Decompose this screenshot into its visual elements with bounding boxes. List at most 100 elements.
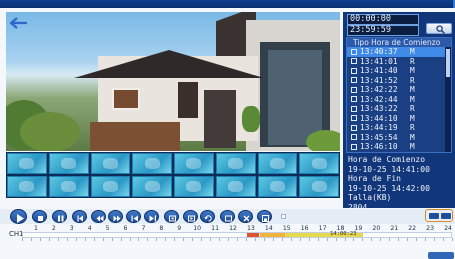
backup-button[interactable]: [257, 210, 272, 223]
minor-tick: [75, 238, 77, 241]
clip-button[interactable]: [238, 210, 253, 223]
record-row[interactable]: 13:45:54 M: [347, 133, 451, 143]
minor-tick: [416, 238, 418, 241]
record-checkbox[interactable]: [351, 48, 357, 55]
record-type: R: [410, 75, 415, 85]
record-time: 13:44:10: [360, 113, 398, 123]
minor-tick: [362, 238, 364, 241]
next-file-button[interactable]: [144, 210, 159, 223]
hour-tick-label: 15: [282, 225, 291, 232]
prev-frame-icon: [169, 215, 176, 222]
record-type: M: [410, 132, 415, 142]
record-list-scrollbar[interactable]: [445, 47, 451, 152]
fast-icon: [113, 215, 121, 222]
video-preview[interactable]: [6, 12, 340, 151]
thumbnail[interactable]: [132, 176, 172, 197]
minor-tick: [398, 238, 400, 241]
thumbnail[interactable]: [7, 176, 47, 197]
pause-icon: [58, 215, 64, 222]
minor-tick: [317, 238, 319, 241]
recording-segment[interactable]: [246, 233, 260, 237]
record-row[interactable]: 13:41:52 R: [347, 76, 451, 86]
minor-tick: [219, 238, 221, 241]
record-checkbox[interactable]: [351, 77, 357, 84]
thumbnail[interactable]: [48, 153, 89, 174]
record-row[interactable]: 13:42:22 M: [347, 85, 451, 95]
thumbnail[interactable]: [299, 176, 339, 197]
hour-tick-label: 13: [246, 225, 255, 232]
thumbnail[interactable]: [48, 176, 89, 197]
repeat-button[interactable]: [200, 210, 215, 223]
next-frame-button[interactable]: [183, 210, 198, 223]
record-checkbox[interactable]: [351, 67, 357, 74]
thumbnail[interactable]: [174, 153, 214, 174]
thumbnail[interactable]: [215, 176, 256, 197]
record-checkbox[interactable]: [351, 58, 357, 65]
minor-tick: [245, 238, 247, 241]
record-checkbox[interactable]: [351, 143, 357, 150]
record-row[interactable]: 13:41:40 M: [347, 66, 451, 76]
thumbnail[interactable]: [215, 153, 256, 174]
end-value: 19-10-25 14:42:00: [348, 183, 430, 193]
thumbnail[interactable]: [90, 176, 131, 197]
next-frame-icon: [188, 215, 195, 222]
hour-tick-label: 21: [390, 225, 399, 232]
search-button[interactable]: [426, 23, 452, 34]
record-row[interactable]: 13:44:10 M: [347, 114, 451, 124]
step-back-icon: [77, 215, 83, 222]
end-time-field[interactable]: 23:59:59: [347, 25, 419, 36]
corner-button[interactable]: [428, 252, 454, 259]
record-checkbox[interactable]: [351, 134, 357, 141]
recording-segment[interactable]: [259, 233, 285, 237]
slow-icon: [96, 215, 104, 222]
record-time: 13:41:40: [360, 66, 398, 76]
record-row[interactable]: 13:40:37 M: [347, 47, 451, 57]
timeline-zoom-toggle[interactable]: [425, 209, 453, 222]
minor-tick: [165, 238, 167, 241]
thumbnail[interactable]: [257, 153, 298, 174]
hour-tick-label: 17: [318, 225, 327, 232]
record-row[interactable]: 13:46:10 M: [347, 142, 451, 152]
hour-tick-label: 7: [141, 225, 146, 232]
slow-button[interactable]: [91, 210, 106, 223]
fullscreen-button[interactable]: [220, 210, 235, 223]
back-arrow-icon[interactable]: [9, 14, 28, 29]
record-checkbox[interactable]: [351, 115, 357, 122]
record-checkbox[interactable]: [351, 105, 357, 112]
record-row[interactable]: 13:43:22 R: [347, 104, 451, 114]
start-time-field[interactable]: 00:00:00: [347, 14, 419, 25]
fast-button[interactable]: [108, 210, 123, 223]
minor-tick: [84, 238, 86, 241]
thumbnail[interactable]: [90, 153, 131, 174]
record-row[interactable]: 13:44:19 R: [347, 123, 451, 133]
record-time: 13:46:37: [360, 152, 410, 153]
step-back-button[interactable]: [72, 210, 87, 223]
minor-tick: [174, 238, 176, 241]
record-row[interactable]: 13:41:01 R: [347, 57, 451, 67]
pause-button[interactable]: [52, 210, 67, 223]
record-row[interactable]: 13:42:44 M: [347, 95, 451, 105]
record-type: R: [410, 104, 415, 114]
record-row[interactable]: 13:46:37R: [347, 152, 451, 153]
record-checkbox[interactable]: [351, 96, 357, 103]
prev-file-button[interactable]: [126, 210, 141, 223]
thumbnail[interactable]: [299, 153, 339, 174]
record-type: M: [410, 94, 415, 104]
size-label: Talla(KB): [348, 193, 392, 203]
start-label: Hora de Comienzo: [348, 155, 426, 164]
record-type: M: [410, 85, 415, 95]
minor-tick: [120, 238, 122, 241]
record-checkbox[interactable]: [351, 86, 357, 93]
prev-frame-button[interactable]: [164, 210, 179, 223]
marker-square[interactable]: [281, 214, 286, 219]
thumbnail[interactable]: [174, 176, 214, 197]
play-button[interactable]: [10, 209, 27, 224]
stop-button[interactable]: [32, 210, 47, 223]
thumbnail[interactable]: [7, 153, 47, 174]
minor-tick: [183, 238, 185, 241]
thumbnail[interactable]: [257, 176, 298, 197]
minor-tick: [147, 238, 149, 241]
hour-tick-label: 24: [444, 225, 452, 232]
thumbnail[interactable]: [132, 153, 172, 174]
record-checkbox[interactable]: [351, 124, 357, 131]
